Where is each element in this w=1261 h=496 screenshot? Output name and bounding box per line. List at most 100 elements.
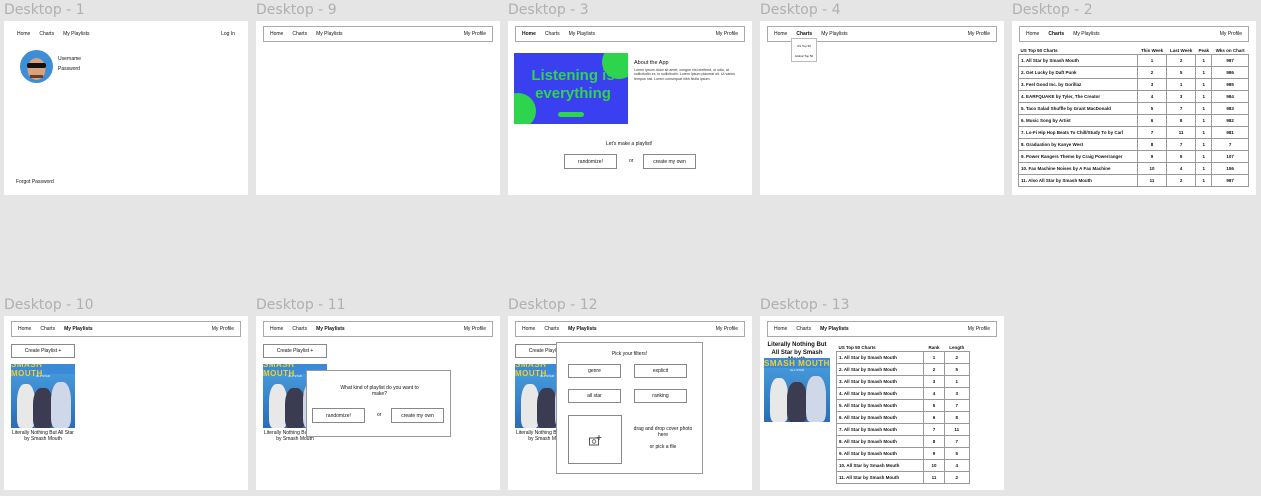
nav-home[interactable]: Home	[774, 326, 787, 332]
create-own-button[interactable]: create my own	[391, 408, 444, 423]
table-row[interactable]: 7. Lo-Fi Hip Hop Beats To Chill/Study To…	[1018, 125, 1249, 139]
cover-drop-zone[interactable]	[568, 415, 622, 464]
peak-cell: 1	[1195, 101, 1213, 115]
nav-home[interactable]: Home	[522, 326, 535, 332]
table-row[interactable]: 10. All Star by Smash Mouth 10 4	[835, 458, 971, 472]
randomize-button[interactable]: randomize!	[564, 154, 617, 169]
table-row[interactable]: 3. Feel Good Inc. by Gorillaz 3 1 1 985	[1018, 77, 1249, 91]
nav-home[interactable]: Home	[18, 326, 31, 332]
playlist-tracks-table: US Top 50 Charts Rank Length 1. All Star…	[835, 344, 971, 484]
nav-my-playlists[interactable]: My Playlists	[316, 31, 342, 37]
table-row[interactable]: 1. All Star by Smash Mouth 1 2	[835, 350, 971, 364]
avatar[interactable]	[20, 50, 53, 83]
nav-my-profile[interactable]: My Profile	[464, 31, 486, 37]
table-row[interactable]: 10. Fax Machine Noises by A Fax Machine 1…	[1018, 161, 1249, 175]
nav-my-profile[interactable]: My Profile	[716, 31, 738, 37]
song-cell: 7. All Star by Smash Mouth	[835, 422, 925, 436]
table-row[interactable]: 4. All Star by Smash Mouth 4 3	[835, 386, 971, 400]
song-cell: 5. All Star by Smash Mouth	[835, 398, 925, 412]
table-row[interactable]: 8. All Star by Smash Mouth 8 7	[835, 434, 971, 448]
nav-my-profile[interactable]: My Profile	[212, 326, 234, 332]
frame-desktop-2: Home Charts My Playlists My Profile US T…	[1012, 21, 1256, 195]
charts-title: US Top 50 Charts	[1020, 47, 1058, 53]
nav-my-profile[interactable]: My Profile	[464, 326, 486, 332]
password-field[interactable]: Password	[58, 66, 80, 72]
frame-desktop-10: Home Charts My Playlists My Profile Crea…	[4, 316, 248, 490]
filter-genre-button[interactable]: genre	[568, 364, 621, 378]
nav-my-playlists[interactable]: My Playlists	[316, 326, 345, 332]
nav-charts[interactable]: Charts	[40, 326, 55, 332]
nav-my-playlists[interactable]: My Playlists	[568, 326, 597, 332]
username-field[interactable]: Username	[58, 56, 81, 62]
rank-cell: 10	[923, 458, 945, 472]
top-nav: Home Charts My Playlists My Profile	[1019, 26, 1249, 42]
table-row[interactable]: 3. All Star by Smash Mouth 3 1	[835, 374, 971, 388]
nav-charts[interactable]: Charts	[545, 31, 560, 37]
table-row[interactable]: 4. EARFQUAKE by Tyler, The Creator 4 3 1 984	[1018, 89, 1249, 103]
table-row[interactable]: 8. Graduation by Kanye West 8 7 1 7	[1018, 137, 1249, 151]
nav-my-playlists[interactable]: My Playlists	[820, 326, 849, 332]
nav-home[interactable]: Home	[522, 31, 536, 37]
table-row[interactable]: 11. All Star by Smash Mouth 11 2	[835, 470, 971, 484]
nav-my-playlists[interactable]: My Playlists	[569, 31, 595, 37]
rank-cell: 2	[923, 362, 945, 376]
playlist-cover[interactable]: SMASH MOUTH ALL STAR	[11, 364, 75, 428]
nav-home[interactable]: Home	[270, 31, 283, 37]
table-row[interactable]: 2. Get Lucky by Daft Punk 2 5 1 986	[1018, 65, 1249, 79]
song-cell: 2. All Star by Smash Mouth	[835, 362, 925, 376]
nav-my-playlists[interactable]: My Playlists	[1073, 31, 1099, 37]
nav-home[interactable]: Home	[270, 326, 283, 332]
filter-all-star-button[interactable]: all star	[568, 389, 621, 403]
length-cell: 7	[943, 434, 971, 448]
nav-home[interactable]: Home	[17, 31, 30, 37]
dropdown-item-global-top-50[interactable]: Global Top 50	[792, 54, 816, 58]
nav-my-profile[interactable]: My Profile	[968, 326, 990, 332]
randomize-button[interactable]: randomize!	[312, 408, 365, 423]
table-row[interactable]: 9. All Star by Smash Mouth 9 5	[835, 446, 971, 460]
pick-file-link[interactable]: or pick a file	[633, 444, 693, 450]
create-own-button[interactable]: create my own	[643, 154, 696, 169]
table-row[interactable]: 6. All Star by Smash Mouth 6 8	[835, 410, 971, 424]
rank-cell: 7	[923, 422, 945, 436]
table-row[interactable]: 5. Taco Salad Shuffle by Grant MacDonald…	[1018, 101, 1249, 115]
nav-home[interactable]: Home	[1026, 31, 1039, 37]
table-row[interactable]: 5. All Star by Smash Mouth 5 7	[835, 398, 971, 412]
this-week-cell: 2	[1136, 65, 1168, 79]
playlist-caption[interactable]: Literally Nothing But All Star by Smash …	[11, 430, 75, 442]
dropdown-item-us-top-50[interactable]: US Top 50	[792, 44, 816, 48]
table-row[interactable]: 2. All Star by Smash Mouth 2 5	[835, 362, 971, 376]
table-row[interactable]: 1. All Star by Smash Mouth 1 2 1 987	[1018, 53, 1249, 67]
nav-my-playlists[interactable]: My Playlists	[821, 31, 847, 37]
nav-charts[interactable]: Charts	[39, 31, 54, 37]
create-playlist-button[interactable]: Create Playlist +	[11, 344, 75, 358]
filter-explicit-button[interactable]: explicit	[634, 364, 687, 378]
nav-my-profile[interactable]: My Profile	[716, 326, 738, 332]
forgot-password-link[interactable]: Forgot Password	[16, 179, 54, 185]
table-row[interactable]: 11. Also All Star by Smash Mouth 11 2 1 987	[1018, 173, 1249, 187]
nav-charts[interactable]: Charts	[292, 326, 307, 332]
wks-cell: 984	[1211, 89, 1249, 103]
wks-cell: 982	[1211, 113, 1249, 127]
or-text: or	[377, 412, 382, 418]
hero-button[interactable]	[558, 112, 584, 117]
nav-charts[interactable]: Charts	[796, 31, 812, 37]
nav-charts[interactable]: Charts	[544, 326, 559, 332]
create-playlist-button[interactable]: Create Playlist +	[263, 344, 327, 358]
nav-charts[interactable]: Charts	[1048, 31, 1064, 37]
this-week-cell: 10	[1136, 161, 1168, 175]
song-cell: 4. EARFQUAKE by Tyler, The Creator	[1018, 89, 1138, 103]
song-cell: 8. All Star by Smash Mouth	[835, 434, 925, 448]
filter-ranking-button[interactable]: ranking	[634, 389, 687, 403]
nav-my-profile[interactable]: My Profile	[968, 31, 990, 37]
table-row[interactable]: 9. Power Rangers Theme by Craig Powerran…	[1018, 149, 1249, 163]
nav-charts[interactable]: Charts	[292, 31, 307, 37]
nav-my-playlists[interactable]: My Playlists	[64, 326, 93, 332]
frame-label-d2: Desktop - 2	[1012, 2, 1093, 18]
nav-log-in[interactable]: Log In	[221, 31, 235, 37]
nav-charts[interactable]: Charts	[796, 326, 811, 332]
table-row[interactable]: 7. All Star by Smash Mouth 7 11	[835, 422, 971, 436]
nav-my-playlists[interactable]: My Playlists	[63, 31, 89, 37]
table-row[interactable]: 6. Music Song by Artist 6 8 1 982	[1018, 113, 1249, 127]
nav-home[interactable]: Home	[774, 31, 787, 37]
nav-my-profile[interactable]: My Profile	[1220, 31, 1242, 37]
